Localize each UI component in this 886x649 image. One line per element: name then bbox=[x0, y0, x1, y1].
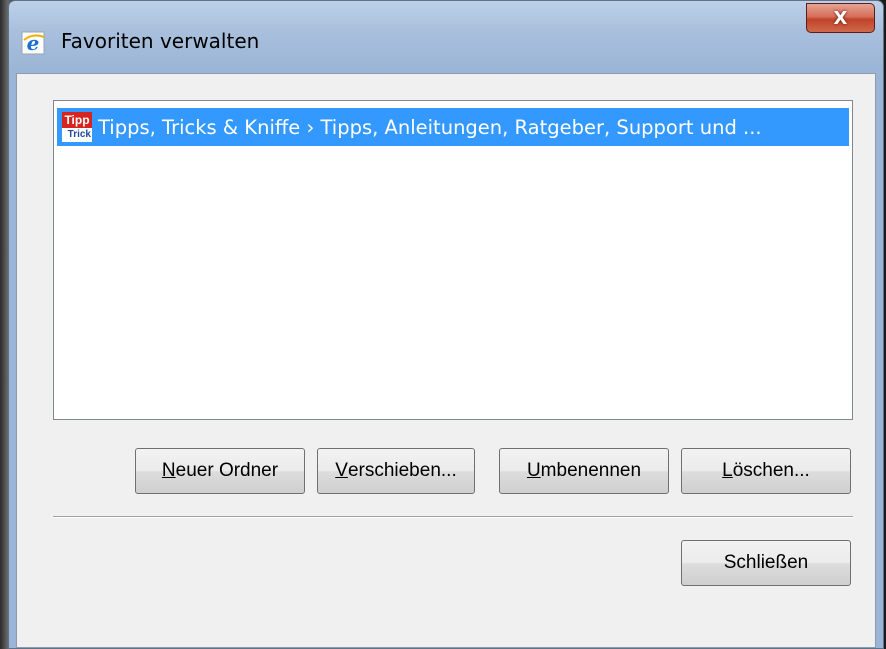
move-label: erschieben... bbox=[347, 460, 457, 481]
favicon-text-bottom: Trick bbox=[67, 129, 91, 140]
rename-label: mbenennen bbox=[540, 460, 642, 481]
rename-accel: U bbox=[526, 460, 541, 481]
move-accel: V bbox=[335, 460, 348, 481]
dialog-content: Tipp Trick Tipps, Tricks & Kniffe › Tipp… bbox=[16, 73, 876, 648]
separator bbox=[53, 516, 853, 518]
close-button-label: Schließen bbox=[723, 552, 809, 573]
list-item[interactable]: Tipp Trick Tipps, Tricks & Kniffe › Tipp… bbox=[57, 108, 849, 146]
favorites-list[interactable]: Tipp Trick Tipps, Tricks & Kniffe › Tipp… bbox=[53, 100, 853, 420]
window-title: Favoriten verwalten bbox=[61, 29, 260, 53]
favicon-text-top: Tipp bbox=[62, 112, 92, 128]
title-bar[interactable]: e Favoriten verwalten X bbox=[9, 1, 883, 73]
new-folder-accel: N bbox=[161, 460, 176, 481]
list-item-label: Tipps, Tricks & Kniffe › Tipps, Anleitun… bbox=[98, 115, 762, 139]
new-folder-button[interactable]: Neuer Ordner bbox=[135, 448, 305, 494]
dialog-window: e Favoriten verwalten X Tipp Trick Tipps… bbox=[8, 0, 884, 649]
delete-label: öschen... bbox=[732, 460, 810, 481]
close-icon: X bbox=[833, 7, 848, 29]
internet-explorer-icon: e bbox=[21, 31, 47, 55]
delete-accel: L bbox=[722, 460, 733, 481]
new-folder-label: euer Ordner bbox=[175, 460, 279, 481]
close-window-button[interactable]: X bbox=[806, 3, 875, 33]
rename-button[interactable]: Umbenennen bbox=[499, 448, 669, 494]
close-button[interactable]: Schließen bbox=[681, 540, 851, 586]
favorite-site-icon: Tipp Trick bbox=[62, 112, 92, 142]
delete-button[interactable]: Löschen... bbox=[681, 448, 851, 494]
move-button[interactable]: Verschieben... bbox=[317, 448, 475, 494]
